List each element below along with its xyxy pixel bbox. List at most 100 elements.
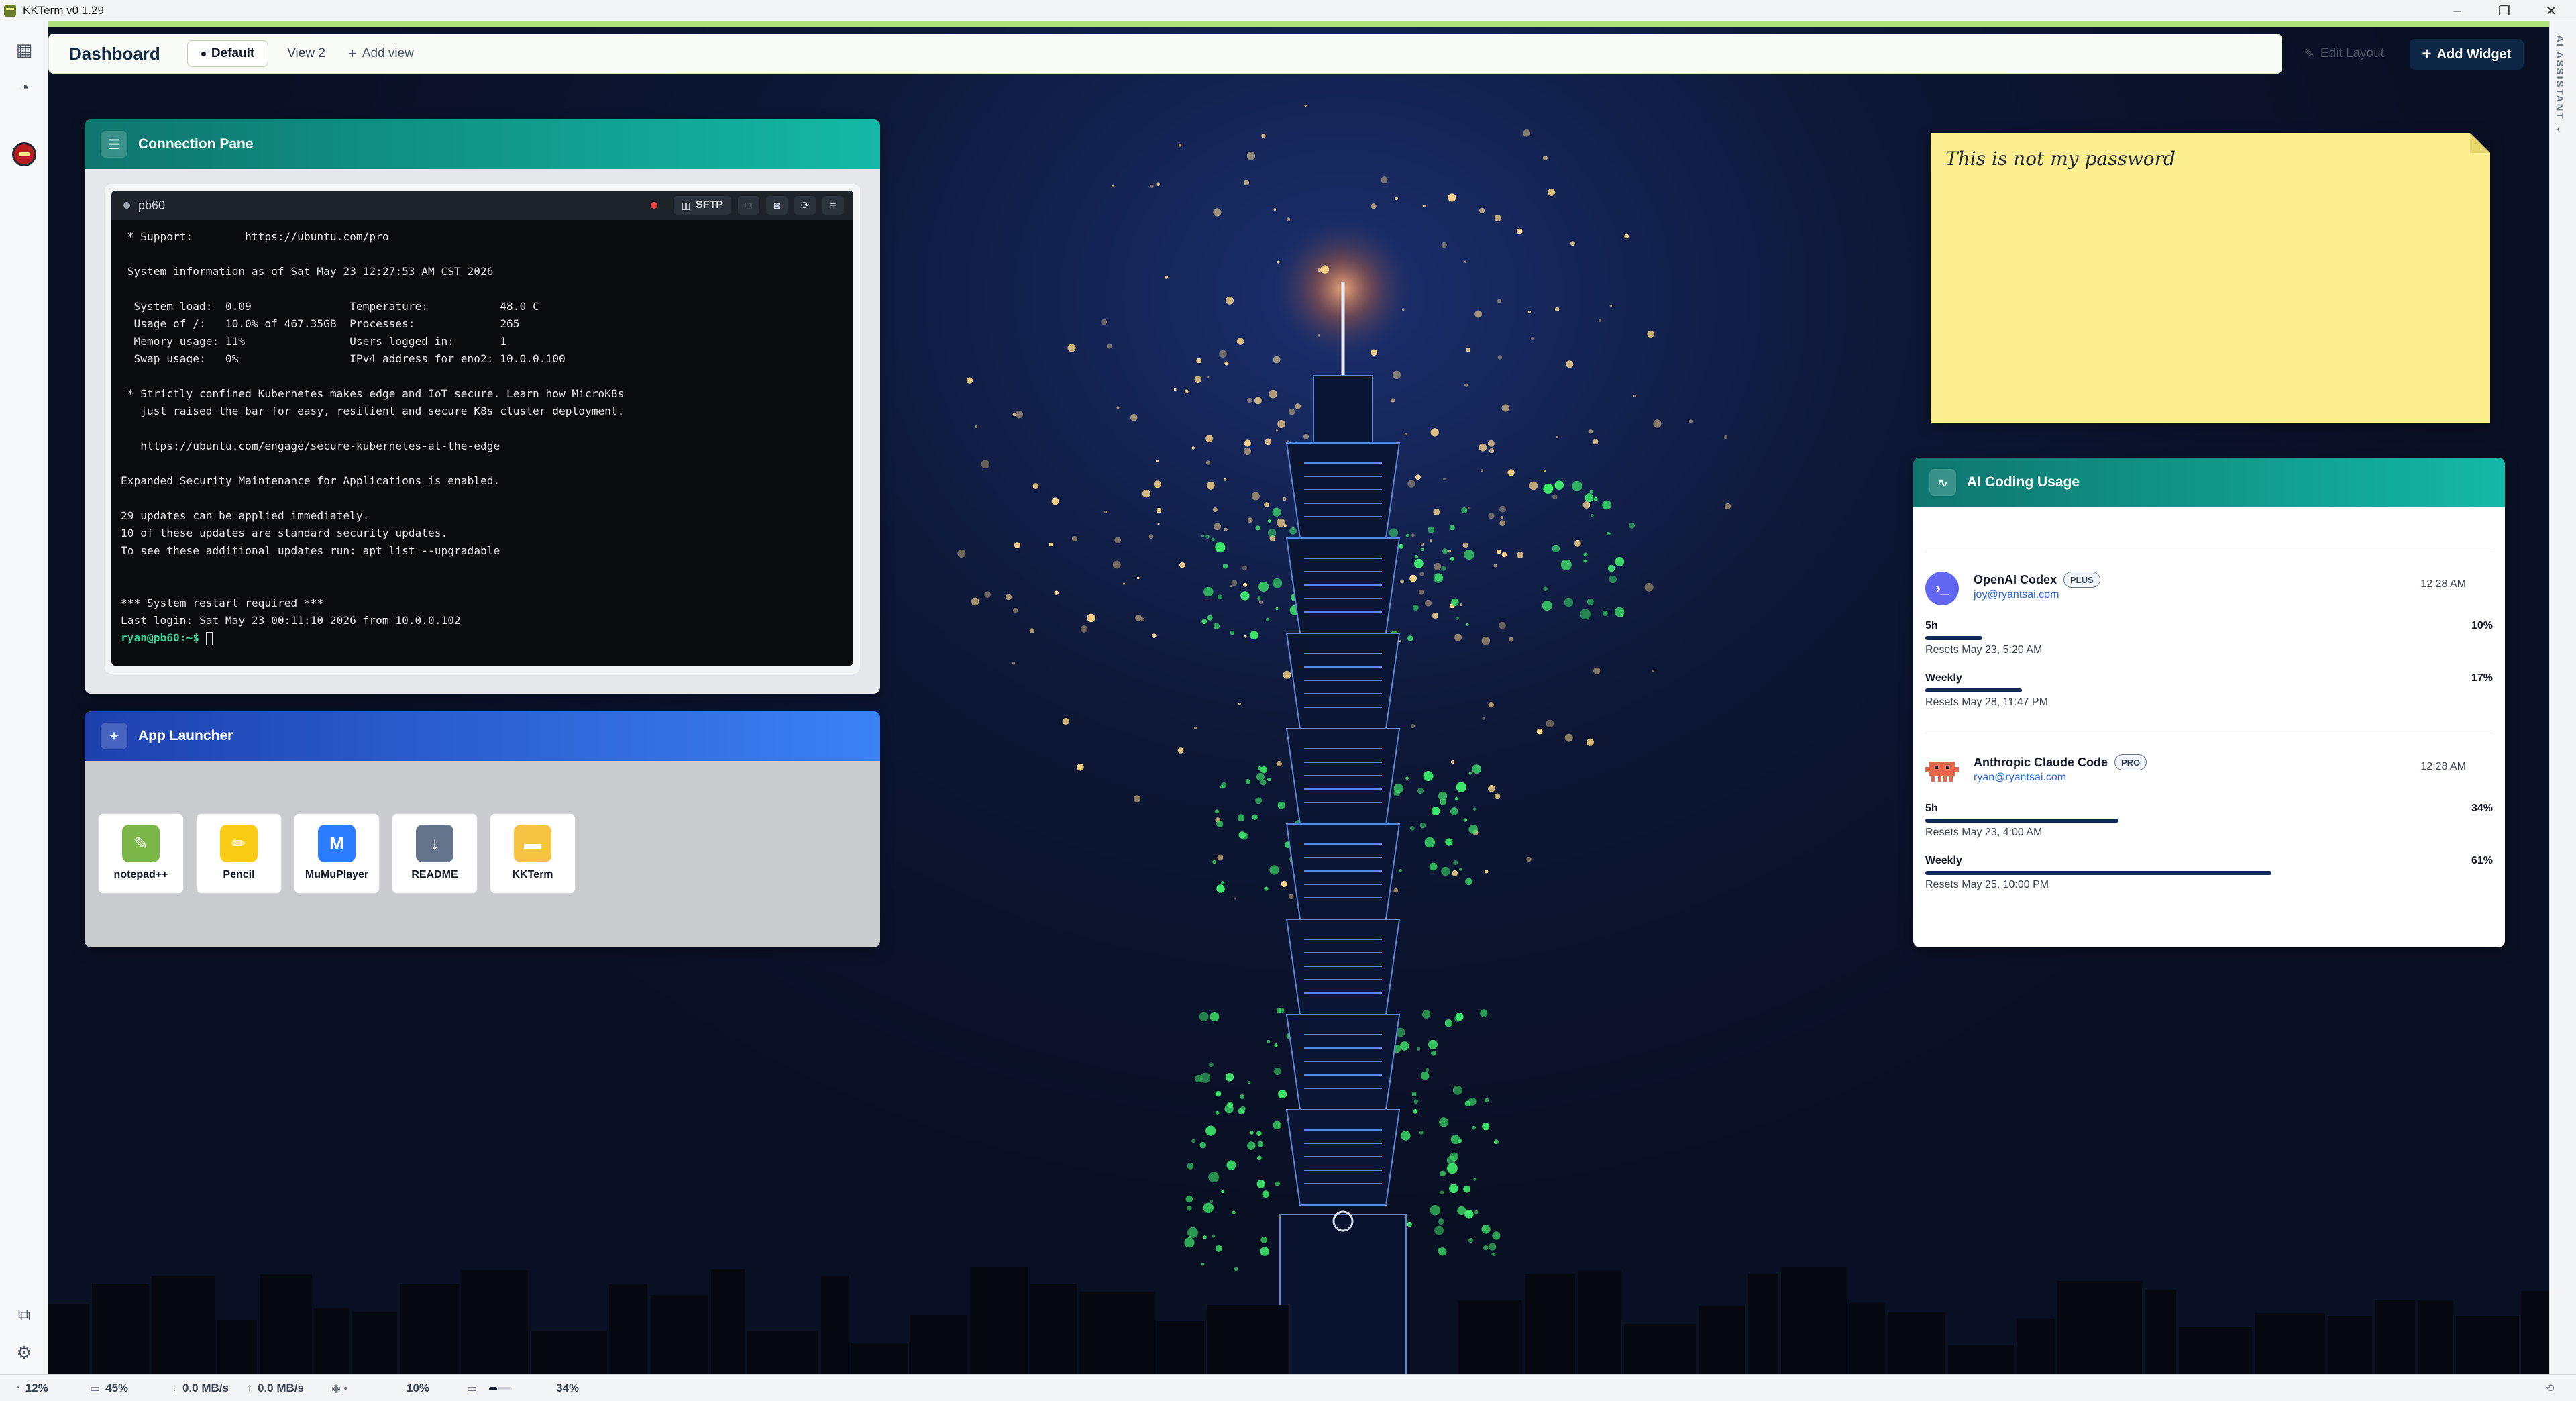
firework-spark [1215, 1090, 1222, 1097]
firework-spark [1474, 310, 1483, 318]
app-tile-mumuplayer[interactable]: M MuMuPlayer [294, 813, 380, 894]
ai-assistant-rail[interactable]: AI ASSISTANT ‹ [2549, 21, 2576, 1374]
firework-spark [1489, 1243, 1497, 1251]
firework-spark [1448, 550, 1452, 553]
sticky-note-text[interactable]: This is not my password [1945, 148, 2176, 170]
sftp-button[interactable]: ▥ SFTP [673, 196, 731, 215]
app-tile-readme[interactable]: ↓ README [392, 813, 478, 894]
camera-icon[interactable]: ◙ [766, 196, 788, 215]
firework-spark [1289, 894, 1294, 899]
upload-stat: ↑ 0.0 MB/s [247, 1375, 304, 1401]
firework-spark [1399, 1041, 1409, 1051]
firework-spark [1224, 478, 1227, 481]
firework-spark [1468, 1097, 1477, 1106]
terminal-toolbar: ▥ SFTP ⧉ ◙ ⟳ ≡ [650, 196, 844, 215]
firework-spark [1207, 615, 1213, 621]
settings-gear-icon[interactable]: ⚙ [9, 1338, 39, 1367]
skyline-building [651, 1295, 708, 1374]
record-icon[interactable] [650, 202, 657, 209]
widget-header[interactable]: ∿ AI Coding Usage [1913, 458, 2505, 507]
app-tile-notepad-[interactable]: ✎ notepad++ [98, 813, 184, 894]
firework-spark [1221, 881, 1225, 885]
firework-spark [1463, 818, 1468, 822]
minimize-icon[interactable]: – [2434, 0, 2481, 21]
firework-spark [1564, 597, 1574, 607]
profile-avatar-icon[interactable] [12, 142, 36, 166]
firework-spark [1185, 1195, 1193, 1203]
terminal-line: 10 of these updates are standard securit… [121, 527, 448, 539]
firework-spark [1482, 717, 1485, 720]
firework-spark [1501, 404, 1509, 412]
firework-spark [1236, 338, 1244, 345]
skyline-building [711, 1269, 745, 1374]
add-view-button[interactable]: + Add view [348, 45, 414, 62]
folder-icon: ▬ [514, 825, 551, 862]
chevron-left-icon[interactable]: ‹ [2557, 122, 2561, 136]
firework-spark [1156, 460, 1159, 463]
grid-icon[interactable]: ▦ [9, 35, 39, 64]
close-icon[interactable]: ✕ [2528, 0, 2575, 21]
firework-spark [1277, 420, 1285, 428]
activity-icon: ∿ [1929, 469, 1956, 496]
widget-header[interactable]: ☰ Connection Pane [85, 119, 880, 169]
firework-spark [1543, 586, 1548, 591]
skyline-building [314, 1308, 349, 1374]
firework-spark [1289, 527, 1297, 535]
connections-icon[interactable]: ⧉ [9, 1300, 39, 1330]
firework-spark [1432, 613, 1439, 619]
firework-spark [1392, 370, 1401, 379]
firework-spark [1500, 516, 1503, 519]
firework-spark [1250, 1131, 1254, 1135]
terminal-output[interactable]: * Support: https://ubuntu.com/pro System… [111, 220, 853, 666]
sftp-label: SFTP [696, 199, 723, 211]
tab-view-2[interactable]: View 2 [274, 40, 339, 67]
firework-spark [1501, 552, 1507, 558]
edit-layout-button[interactable]: ✎ Edit Layout [2304, 40, 2384, 67]
gpu-memory-icon: ▭ [467, 1383, 478, 1394]
firework-spark [1156, 182, 1160, 186]
sticky-note-widget[interactable]: This is not my password [1931, 133, 2490, 423]
firework-spark [1554, 307, 1560, 312]
meter-track [1925, 871, 2493, 875]
download-stat: ↓ 0.0 MB/s [172, 1375, 229, 1401]
firework-spark [1723, 435, 1728, 439]
dashboard-gauge-icon[interactable]: ◔ [9, 72, 39, 102]
app-tile-pencil[interactable]: ✏ Pencil [196, 813, 282, 894]
restore-icon[interactable]: ❐ [2481, 0, 2528, 21]
firework-spark [1444, 1019, 1453, 1027]
firework-spark [1150, 184, 1154, 188]
copy-icon[interactable]: ⧉ [738, 196, 759, 215]
terminal-line: Expanded Security Maintenance for Applic… [121, 474, 500, 487]
firework-spark [1196, 358, 1202, 364]
firework-spark [1419, 1130, 1424, 1135]
app-tile-kkterm[interactable]: ▬ KKTerm [490, 813, 576, 894]
provider-name-row: Anthropic Claude Code PRO [1974, 754, 2147, 770]
firework-spark [1434, 1225, 1444, 1235]
firework-spark [1142, 489, 1150, 498]
firework-spark [1242, 565, 1247, 570]
firework-spark [1543, 470, 1546, 472]
ai-assistant-label: AI ASSISTANT [2554, 35, 2565, 120]
sync-icon[interactable]: ⟲ [2545, 1375, 2559, 1401]
app-tiles: ✎ notepad++ ✏ Pencil M MuMuPlayer ↓ README ▬ KKTe… [98, 813, 576, 894]
widget-header[interactable]: ✦ App Launcher [85, 711, 880, 761]
firework-spark [1217, 854, 1224, 861]
terminal-tab-name[interactable]: pb60 [138, 199, 165, 213]
firework-spark [1431, 807, 1440, 815]
firework-spark [1247, 397, 1252, 403]
firework-spark [1554, 480, 1564, 490]
skyline-building [1781, 1267, 1847, 1374]
firework-spark [1564, 733, 1573, 742]
terminal-line: *** System restart required *** [121, 596, 324, 609]
menu-icon[interactable]: ≡ [822, 196, 844, 215]
firework-spark [1248, 1081, 1251, 1084]
tab-default-view[interactable]: Default [186, 40, 269, 67]
add-widget-button[interactable]: + Add Widget [2410, 39, 2524, 70]
firework-spark [1448, 193, 1456, 202]
firework-spark [1615, 607, 1625, 617]
meter-percent: 34% [2471, 802, 2493, 814]
firework-spark [1029, 628, 1035, 633]
reconnect-icon[interactable]: ⟳ [794, 196, 816, 215]
firework-spark [1238, 702, 1241, 705]
firework-spark [1272, 578, 1283, 588]
